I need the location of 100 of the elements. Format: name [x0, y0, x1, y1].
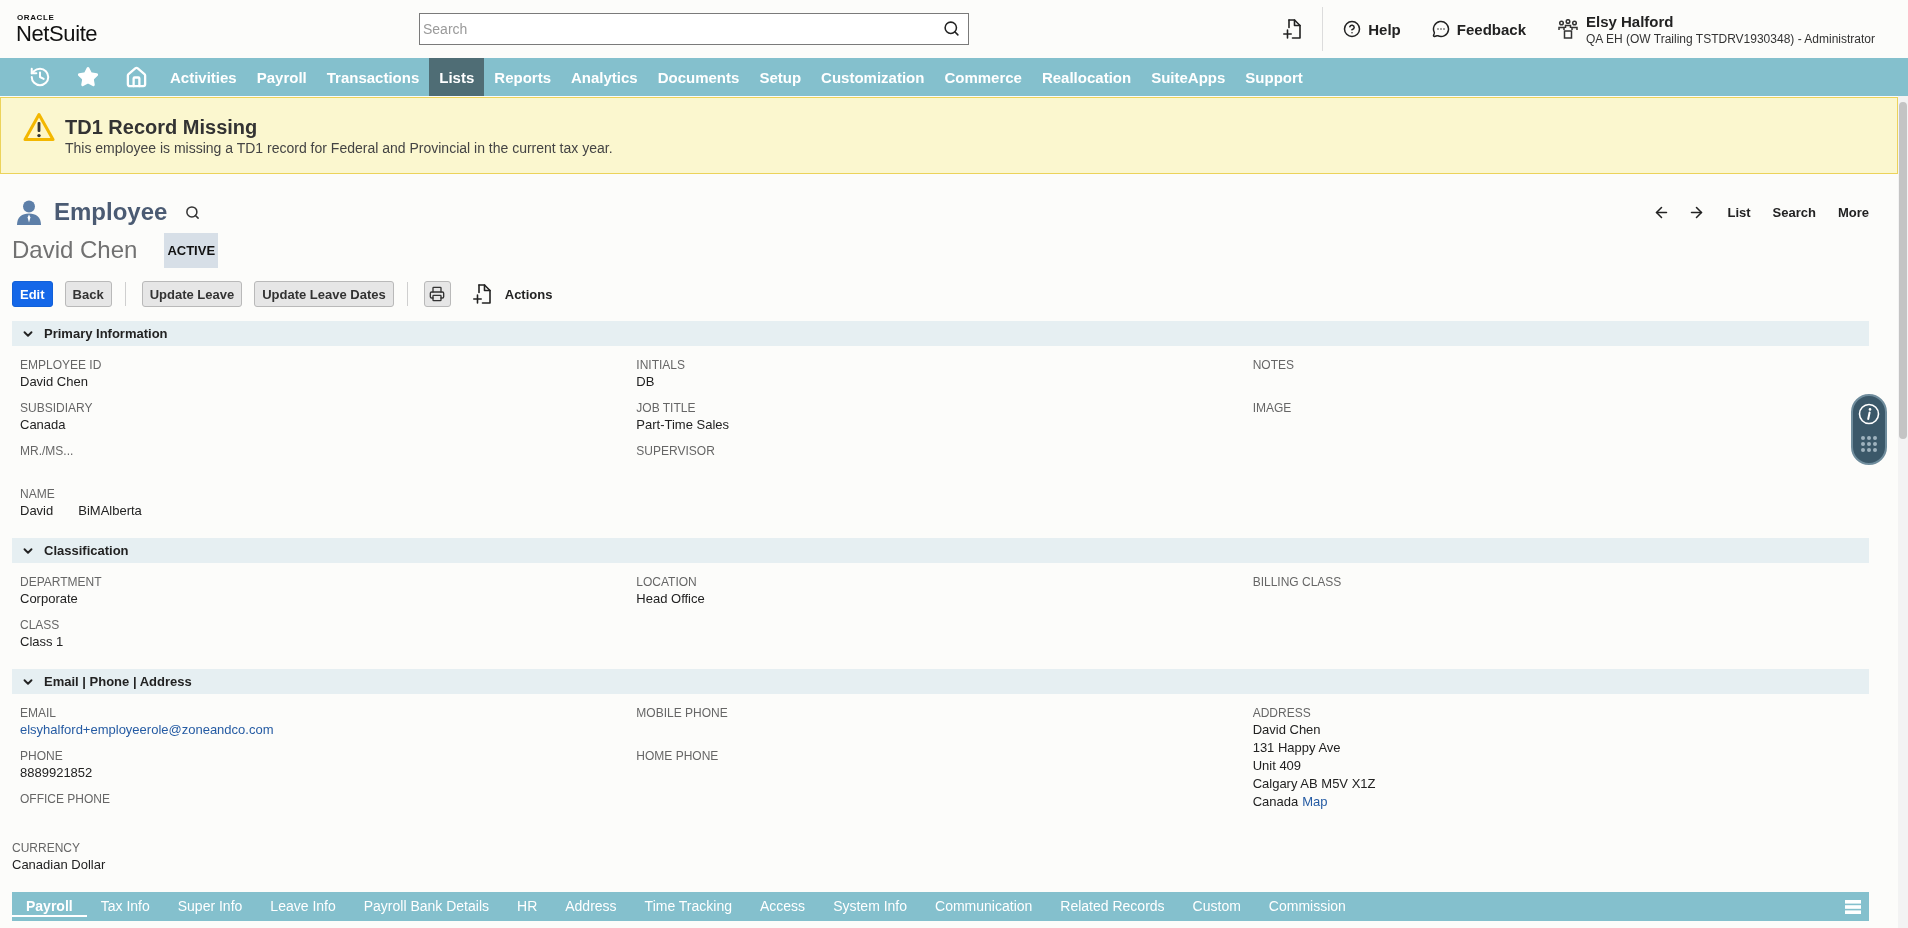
- new-document-icon[interactable]: [1283, 19, 1302, 39]
- field-label: HOME PHONE: [636, 748, 719, 764]
- section-header[interactable]: Email | Phone | Address: [12, 669, 1869, 694]
- field-label: MR./MS...: [20, 443, 74, 459]
- nav-tab[interactable]: Payroll: [246, 58, 317, 96]
- status-badge: ACTIVE: [164, 232, 219, 268]
- logo-caption: ORACLE: [17, 13, 55, 22]
- nav-tab[interactable]: Support: [1235, 58, 1313, 96]
- field-label: BILLING CLASS: [1252, 574, 1342, 590]
- field-label: SUPERVISOR: [636, 443, 715, 459]
- subtab[interactable]: Super Info: [163, 896, 257, 917]
- alert-message: This employee is missing a TD1 record for Federal and Provincial in the current tax year.: [65, 138, 613, 157]
- subtab[interactable]: Custom: [1178, 896, 1255, 917]
- field-label: ADDRESS: [1252, 705, 1311, 721]
- search-icon[interactable]: [185, 204, 201, 220]
- section-header[interactable]: Classification: [12, 538, 1869, 563]
- scrollbar-thumb[interactable]: [1899, 102, 1907, 439]
- feedback-link[interactable]: Feedback: [1431, 20, 1526, 38]
- scrollbar[interactable]: [1898, 96, 1908, 928]
- subtab[interactable]: Payroll: [12, 896, 87, 917]
- field-label: CLASS: [20, 617, 60, 633]
- name-part: BiMAlberta: [78, 502, 142, 520]
- field-label: INITIALS: [636, 357, 685, 373]
- star-icon[interactable]: [77, 66, 99, 88]
- new-document-icon[interactable]: [472, 284, 491, 304]
- field-label: EMAIL: [20, 705, 56, 721]
- nav-tab[interactable]: SuiteApps: [1141, 58, 1236, 96]
- print-button[interactable]: [423, 281, 451, 307]
- nav-tab[interactable]: Documents: [647, 58, 750, 96]
- field-value: 8889921852: [20, 764, 93, 782]
- printer-icon: [429, 286, 446, 302]
- help-link[interactable]: Help: [1343, 20, 1401, 38]
- field-value: David Chen: [20, 373, 88, 391]
- warning-icon: [23, 112, 55, 142]
- chat-bubble-icon: [1431, 20, 1450, 38]
- field-label: JOB TITLE: [636, 400, 696, 416]
- alert-title: TD1 Record Missing: [65, 114, 258, 139]
- user-role: QA EH (OW Trailing TSTDRV1930348) - Administrator: [1586, 31, 1875, 46]
- subtab[interactable]: Commission: [1254, 896, 1360, 917]
- field-label: PHONE: [20, 748, 63, 764]
- subtab[interactable]: Tax Info: [86, 896, 164, 917]
- field-label: OFFICE PHONE: [20, 791, 110, 807]
- nav-tab[interactable]: Customization: [811, 58, 935, 96]
- field-label: CURRENCY: [12, 840, 80, 856]
- nav-tab[interactable]: Transactions: [316, 58, 430, 96]
- subtab[interactable]: Related Records: [1046, 896, 1179, 917]
- field-value: Canadian Dollar: [12, 856, 106, 874]
- nav-tab[interactable]: Analytics: [561, 58, 648, 96]
- subtab[interactable]: Payroll Bank Details: [349, 896, 503, 917]
- dot-grid-icon[interactable]: [1860, 435, 1878, 453]
- field-label: IMAGE: [1252, 400, 1292, 416]
- toolbar-button[interactable]: Update Leave: [141, 281, 243, 307]
- map-link[interactable]: Map: [1302, 793, 1328, 811]
- address-line: David Chen: [1252, 721, 1321, 739]
- nav-tab[interactable]: Commerce: [934, 58, 1032, 96]
- record-name: David Chen: [12, 236, 138, 264]
- nav-tab[interactable]: Reallocation: [1031, 58, 1142, 96]
- subtab[interactable]: HR: [503, 896, 552, 917]
- help-icon: [1343, 20, 1362, 38]
- field-value: Class 1: [20, 633, 64, 651]
- field-value: Part-Time Sales: [636, 416, 730, 434]
- name-part: David: [20, 502, 54, 520]
- field-value: Head Office: [636, 590, 705, 608]
- subtab[interactable]: Communication: [921, 896, 1047, 917]
- field-label: NOTES: [1252, 357, 1294, 373]
- nav-tab[interactable]: Reports: [484, 58, 561, 96]
- actions-menu[interactable]: Actions: [504, 286, 553, 302]
- record-nav-link[interactable]: Search: [1772, 204, 1816, 220]
- subtab[interactable]: Access: [746, 896, 820, 917]
- field-label: NAME: [20, 486, 55, 502]
- field-value: DB: [636, 373, 655, 391]
- record-nav-link[interactable]: List: [1727, 204, 1751, 220]
- record-nav-link[interactable]: More: [1837, 204, 1869, 220]
- address-line: Canada: [1252, 793, 1299, 811]
- field-label: SUBSIDIARY: [20, 400, 93, 416]
- assistant-widget[interactable]: [1851, 394, 1887, 465]
- address-line: Unit 409: [1252, 757, 1302, 775]
- subtab[interactable]: System Info: [819, 896, 922, 917]
- nav-tab[interactable]: Activities: [160, 58, 247, 96]
- info-icon[interactable]: [1858, 403, 1880, 425]
- subtab[interactable]: Address: [551, 896, 631, 917]
- subtab[interactable]: Leave Info: [256, 896, 350, 917]
- section-header[interactable]: Primary Information: [12, 321, 1869, 346]
- toolbar-button[interactable]: Update Leave Dates: [254, 281, 394, 307]
- search-icon[interactable]: [943, 20, 960, 37]
- record-type-title: Employee: [54, 198, 168, 226]
- subtab[interactable]: Time Tracking: [630, 896, 746, 917]
- field-label: MOBILE PHONE: [636, 705, 728, 721]
- person-icon: [16, 199, 42, 225]
- primary-button[interactable]: Edit: [12, 281, 53, 307]
- search-field[interactable]: Search: [419, 13, 969, 45]
- user-name[interactable]: Elsy Halford: [1586, 12, 1674, 30]
- nav-tab[interactable]: Setup: [749, 58, 812, 96]
- address-line: 131 Happy Ave: [1252, 739, 1341, 757]
- address-line: Calgary AB M5V X1Z: [1252, 775, 1376, 793]
- nav-tab[interactable]: Lists: [429, 58, 485, 96]
- email-link[interactable]: elsyhalford+employeerole@zoneandco.com: [20, 721, 274, 739]
- field-label: LOCATION: [636, 574, 697, 590]
- people-icon[interactable]: [1558, 19, 1578, 39]
- toolbar-button[interactable]: Back: [64, 281, 112, 307]
